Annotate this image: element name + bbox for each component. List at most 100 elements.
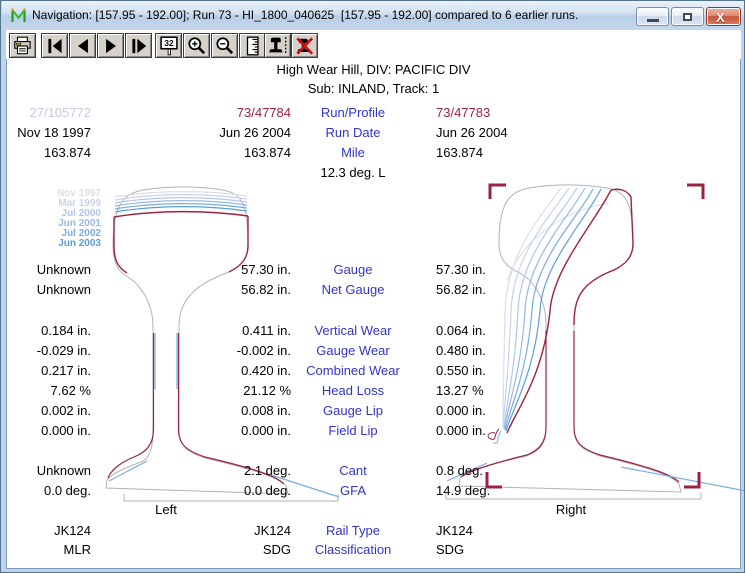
mid-run-id: 73/47784 bbox=[131, 105, 291, 120]
next-profile-button[interactable] bbox=[97, 33, 124, 58]
table-row-gfa: 0.0 deg. 0.0 deg. GFA 14.9 deg. bbox=[1, 483, 745, 499]
value: Nov 18 1997 bbox=[3, 125, 91, 140]
navigation-window: Navigation: [157.95 - 192.00]; Run 73 - … bbox=[0, 0, 745, 573]
value: JK124 bbox=[436, 523, 576, 538]
table-row-run-date: Nov 18 1997 Jun 26 2004 Run Date Jun 26 … bbox=[1, 125, 745, 141]
field-label: Run Date bbox=[288, 125, 418, 140]
value: Jun 26 2004 bbox=[131, 125, 291, 140]
table-row-gauge-lip: 0.002 in. 0.008 in. Gauge Lip 0.000 in. bbox=[1, 403, 745, 419]
value: 0.420 in. bbox=[131, 363, 291, 378]
svg-text:32: 32 bbox=[164, 39, 174, 48]
rail-profile-icon bbox=[267, 36, 289, 56]
right-rail-label: Right bbox=[506, 502, 636, 517]
restore-button[interactable] bbox=[671, 7, 704, 26]
value: SDG bbox=[436, 542, 576, 557]
print-button[interactable] bbox=[9, 33, 36, 58]
value: Jun 26 2004 bbox=[436, 125, 576, 140]
window-title: Navigation: [157.95 - 192.00]; Run 73 - … bbox=[32, 8, 578, 22]
step-last-icon bbox=[128, 36, 150, 56]
value: Unknown bbox=[3, 282, 91, 297]
field-label: Field Lip bbox=[288, 423, 418, 438]
last-profile-button[interactable] bbox=[125, 33, 152, 58]
value: 0.550 in. bbox=[436, 363, 576, 378]
milepost-sign-button[interactable]: 32 bbox=[155, 33, 182, 58]
legend-item: Jun 2003 bbox=[11, 239, 101, 249]
table-row-field-lip: 0.000 in. 0.000 in. Field Lip 0.000 in. bbox=[1, 423, 745, 439]
table-row-head-loss: 7.62 % 21.12 % Head Loss 13.27 % bbox=[1, 383, 745, 399]
field-label: Gauge bbox=[288, 262, 418, 277]
close-button[interactable]: X bbox=[706, 7, 741, 26]
ruler-button[interactable] bbox=[239, 33, 266, 58]
previous-icon bbox=[72, 36, 94, 56]
run-legend: Nov 1997 Mar 1999 Jul 2000 Jun 2001 Jul … bbox=[11, 189, 101, 249]
value: 0.008 in. bbox=[131, 403, 291, 418]
table-row-gauge: Unknown 57.30 in. Gauge 57.30 in. bbox=[1, 262, 745, 278]
field-label: Head Loss bbox=[288, 383, 418, 398]
field-label: Classification bbox=[288, 542, 418, 557]
subdivision-title: Sub: INLAND, Track: 1 bbox=[11, 81, 736, 96]
value: 14.9 deg. bbox=[436, 483, 576, 498]
value: 0.000 in. bbox=[131, 423, 291, 438]
minimize-button[interactable] bbox=[636, 7, 669, 26]
zoom-in-icon bbox=[186, 36, 208, 56]
table-row-mile: 163.874 163.874 Mile 163.874 bbox=[1, 145, 745, 161]
value: Unknown bbox=[3, 262, 91, 277]
value: 0.000 in. bbox=[3, 423, 91, 438]
value: MLR bbox=[3, 542, 91, 557]
field-label: Run/Profile bbox=[288, 105, 418, 120]
value: 13.27 % bbox=[436, 383, 576, 398]
table-row-curvature: 12.3 deg. L bbox=[1, 165, 745, 181]
value: -0.029 in. bbox=[3, 343, 91, 358]
value: 0.000 in. bbox=[436, 423, 576, 438]
table-row-rail-type: JK124 JK124 Rail Type JK124 bbox=[1, 523, 745, 539]
table-row-classification: MLR SDG Classification SDG bbox=[1, 542, 745, 558]
zoom-out-icon bbox=[214, 36, 236, 56]
value: 0.0 deg. bbox=[131, 483, 291, 498]
previous-profile-button[interactable] bbox=[69, 33, 96, 58]
step-first-icon bbox=[44, 36, 66, 56]
value: 7.62 % bbox=[3, 383, 91, 398]
value: 57.30 in. bbox=[436, 262, 576, 277]
field-label: Rail Type bbox=[288, 523, 418, 538]
field-label: Net Gauge bbox=[288, 282, 418, 297]
value: JK124 bbox=[131, 523, 291, 538]
value: 0.411 in. bbox=[131, 323, 291, 338]
toolbar: 32 bbox=[6, 30, 741, 59]
value: -0.002 in. bbox=[131, 343, 291, 358]
value: 0.8 deg. bbox=[436, 463, 576, 478]
milepost-32-icon: 32 bbox=[158, 36, 180, 56]
value: 0.064 in. bbox=[436, 323, 576, 338]
location-title: High Wear Hill, DIV: PACIFIC DIV bbox=[11, 62, 736, 77]
field-label: Combined Wear bbox=[288, 363, 418, 378]
value: 0.000 in. bbox=[436, 403, 576, 418]
value: 0.184 in. bbox=[3, 323, 91, 338]
close-icon: X bbox=[716, 10, 725, 25]
ruler-icon bbox=[242, 36, 264, 56]
table-row-vertical-wear: 0.184 in. 0.411 in. Vertical Wear 0.064 … bbox=[1, 323, 745, 339]
delete-profile-button[interactable] bbox=[291, 33, 318, 58]
left-rail-label: Left bbox=[111, 502, 221, 517]
title-bar[interactable]: Navigation: [157.95 - 192.00]; Run 73 - … bbox=[2, 1, 745, 30]
field-label: Cant bbox=[288, 463, 418, 478]
zoom-in-button[interactable] bbox=[183, 33, 210, 58]
table-row-combined-wear: 0.217 in. 0.420 in. Combined Wear 0.550 … bbox=[1, 363, 745, 379]
value: 56.82 in. bbox=[131, 282, 291, 297]
app-icon bbox=[10, 7, 27, 24]
value: SDG bbox=[131, 542, 291, 557]
value: 0.217 in. bbox=[3, 363, 91, 378]
restore-icon bbox=[683, 13, 692, 21]
value: 56.82 in. bbox=[436, 282, 576, 297]
value: 0.480 in. bbox=[436, 343, 576, 358]
value: Unknown bbox=[3, 463, 91, 478]
field-label: GFA bbox=[288, 483, 418, 498]
printer-icon bbox=[12, 36, 34, 56]
curvature-value: 12.3 deg. L bbox=[288, 165, 418, 180]
first-profile-button[interactable] bbox=[41, 33, 68, 58]
table-row-cant: Unknown 2.1 deg. Cant 0.8 deg. bbox=[1, 463, 745, 479]
value: 2.1 deg. bbox=[131, 463, 291, 478]
profile-marker-button[interactable] bbox=[264, 33, 291, 58]
bracket-top-right bbox=[687, 185, 703, 199]
value: 57.30 in. bbox=[131, 262, 291, 277]
zoom-out-button[interactable] bbox=[211, 33, 238, 58]
field-label: Gauge Lip bbox=[288, 403, 418, 418]
